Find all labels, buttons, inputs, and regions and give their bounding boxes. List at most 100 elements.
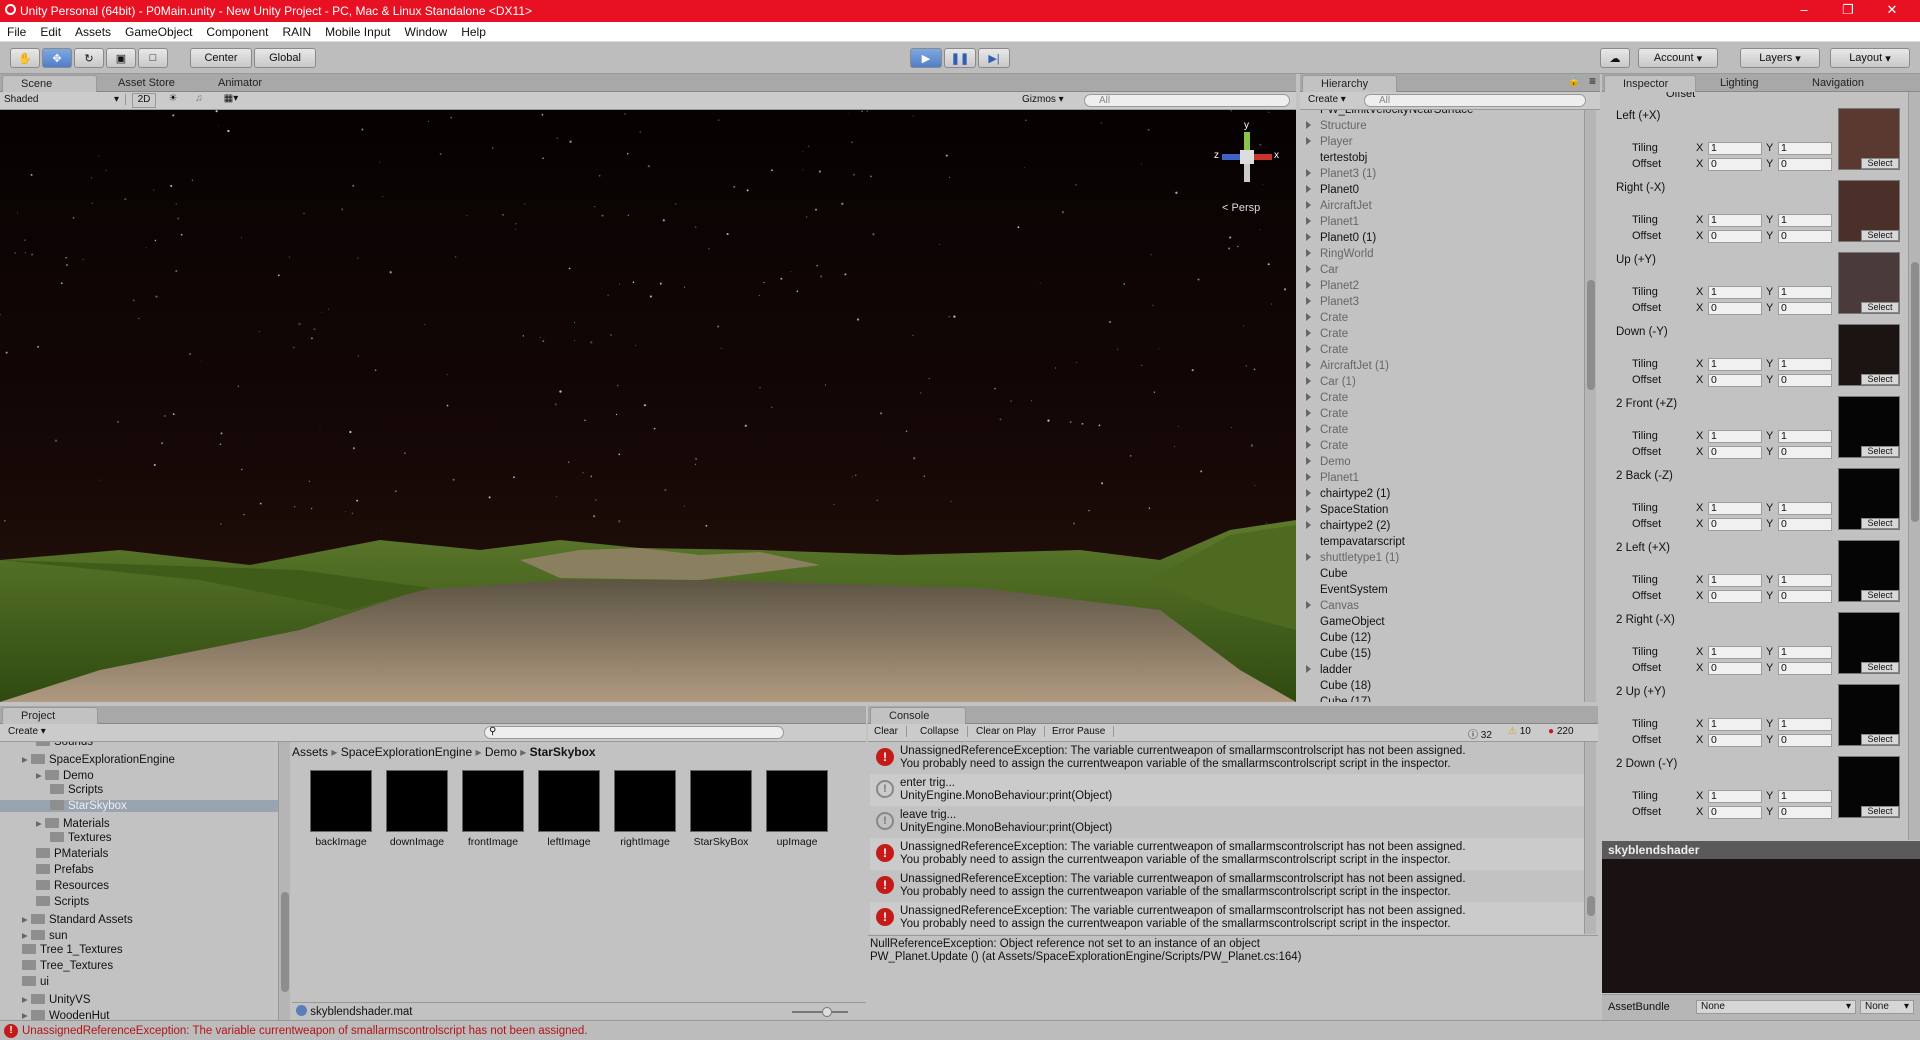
tiling-x-input[interactable]: 1 — [1708, 790, 1762, 803]
console-clear-on-play-button[interactable]: Clear on Play — [976, 726, 1046, 737]
expand-arrow-icon[interactable] — [1306, 313, 1311, 321]
expand-arrow-icon[interactable]: ▸ — [22, 930, 31, 942]
pivot-center-button[interactable]: Center — [190, 48, 252, 68]
scene-search-input[interactable]: All — [1084, 94, 1290, 107]
expand-arrow-icon[interactable] — [1306, 457, 1311, 465]
expand-arrow-icon[interactable] — [1306, 249, 1311, 257]
offset-y-input[interactable]: 0 — [1778, 662, 1832, 675]
audio-toggle-icon[interactable]: ♫ — [188, 93, 210, 104]
texture-select-button[interactable]: Select — [1861, 302, 1899, 313]
project-folder-item[interactable]: Scripts — [36, 896, 89, 908]
project-tree-scrollbar[interactable] — [278, 742, 290, 1020]
tiling-y-input[interactable]: 1 — [1778, 358, 1832, 371]
offset-y-input[interactable]: 0 — [1778, 230, 1832, 243]
offset-y-input[interactable]: 0 — [1778, 446, 1832, 459]
tab-asset-store[interactable]: Asset Store — [100, 75, 200, 92]
tiling-x-input[interactable]: 1 — [1708, 358, 1762, 371]
tab-navigation[interactable]: Navigation — [1794, 75, 1904, 92]
console-error-pause-button[interactable]: Error Pause — [1052, 726, 1115, 737]
hierarchy-item[interactable]: Planet2 — [1306, 280, 1359, 292]
inspector-scroll-thumb[interactable] — [1911, 262, 1919, 522]
hierarchy-item[interactable]: chairtype2 (2) — [1306, 520, 1390, 532]
texture-thumbnail[interactable]: Select — [1838, 324, 1900, 386]
hierarchy-item[interactable]: Cube — [1320, 568, 1348, 580]
texture-thumbnail[interactable]: Select — [1838, 252, 1900, 314]
hierarchy-scrollbar[interactable] — [1584, 110, 1596, 702]
menu-gameobject[interactable]: GameObject — [118, 25, 199, 39]
offset-x-input[interactable]: 0 — [1708, 158, 1762, 171]
project-folder-item[interactable]: Tree_Textures — [22, 960, 113, 972]
tiling-y-input[interactable]: 1 — [1778, 502, 1832, 515]
expand-arrow-icon[interactable] — [1306, 217, 1311, 225]
offset-y-input[interactable]: 0 — [1778, 806, 1832, 819]
hierarchy-item[interactable]: Canvas — [1306, 600, 1359, 612]
expand-arrow-icon[interactable] — [1306, 361, 1311, 369]
asset-thumbnail[interactable] — [310, 770, 372, 832]
tab-project[interactable]: Project — [2, 707, 98, 724]
hierarchy-item[interactable]: RingWorld — [1306, 248, 1373, 260]
menu-icon[interactable]: ≡ — [1589, 74, 1596, 88]
expand-arrow-icon[interactable] — [1306, 521, 1311, 529]
tiling-y-input[interactable]: 1 — [1778, 214, 1832, 227]
breadcrumb-item[interactable]: Demo — [485, 745, 517, 759]
material-preview[interactable] — [1602, 859, 1920, 993]
texture-thumbnail[interactable]: Select — [1838, 108, 1900, 170]
texture-select-button[interactable]: Select — [1861, 158, 1899, 169]
offset-y-input[interactable]: 0 — [1778, 374, 1832, 387]
project-folder-item[interactable]: ▸ Demo — [36, 768, 94, 782]
texture-select-button[interactable]: Select — [1861, 734, 1899, 745]
maximize-icon[interactable]: ❐ — [1828, 0, 1868, 22]
hierarchy-item[interactable]: AircraftJet — [1306, 200, 1372, 212]
menu-window[interactable]: Window — [398, 25, 455, 39]
hierarchy-item[interactable]: Crate — [1306, 440, 1348, 452]
tiling-x-input[interactable]: 1 — [1708, 574, 1762, 587]
texture-thumbnail[interactable]: Select — [1838, 468, 1900, 530]
offset-x-input[interactable]: 0 — [1708, 446, 1762, 459]
play-icon[interactable]: ▶ — [910, 48, 942, 68]
expand-arrow-icon[interactable] — [1306, 233, 1311, 241]
texture-select-button[interactable]: Select — [1861, 590, 1899, 601]
icon-size-slider[interactable] — [792, 1007, 848, 1017]
project-folder-item[interactable]: Prefabs — [36, 864, 94, 876]
shading-dropdown[interactable]: Shaded ▾ — [4, 94, 126, 105]
tab-inspector[interactable]: Inspector — [1604, 75, 1696, 92]
layout-dropdown[interactable]: Layout ▾ — [1830, 48, 1910, 68]
hierarchy-item[interactable]: Planet3 — [1306, 296, 1359, 308]
console-log-row[interactable]: ! UnassignedReferenceException: The varia… — [870, 742, 1590, 774]
expand-arrow-icon[interactable] — [1306, 137, 1311, 145]
expand-arrow-icon[interactable] — [1306, 169, 1311, 177]
hierarchy-item[interactable]: Cube (18) — [1320, 680, 1371, 692]
project-folder-item[interactable]: ▸ sun — [22, 928, 68, 942]
expand-arrow-icon[interactable]: ▸ — [22, 1010, 31, 1020]
texture-thumbnail[interactable]: Select — [1838, 396, 1900, 458]
project-tree-scroll-thumb[interactable] — [281, 892, 289, 992]
texture-select-button[interactable]: Select — [1861, 374, 1899, 385]
console-clear-button[interactable]: Clear — [874, 726, 907, 737]
asset-thumbnail[interactable] — [614, 770, 676, 832]
expand-arrow-icon[interactable] — [1306, 121, 1311, 129]
offset-y-input[interactable]: 0 — [1778, 518, 1832, 531]
tab-lighting[interactable]: Lighting — [1702, 75, 1792, 92]
project-folder-item[interactable]: ui — [22, 976, 49, 988]
inspector-scrollbar[interactable] — [1908, 92, 1920, 840]
hierarchy-item[interactable]: Player — [1306, 136, 1353, 148]
gizmos-dropdown[interactable]: Gizmos ▾ — [1022, 94, 1078, 105]
hierarchy-item[interactable]: tertestobj — [1320, 152, 1367, 164]
pivot-global-button[interactable]: Global — [254, 48, 316, 68]
tab-animator[interactable]: Animator — [200, 75, 290, 92]
lighting-toggle-icon[interactable]: ☀ — [162, 93, 184, 104]
offset-x-input[interactable]: 0 — [1708, 302, 1762, 315]
texture-thumbnail[interactable]: Select — [1838, 756, 1900, 818]
menu-edit[interactable]: Edit — [33, 25, 68, 39]
tiling-x-input[interactable]: 1 — [1708, 430, 1762, 443]
hierarchy-item[interactable]: Planet3 (1) — [1306, 168, 1376, 180]
console-detail[interactable]: NullReferenceException: Object reference… — [868, 935, 1598, 1020]
tiling-y-input[interactable]: 1 — [1778, 574, 1832, 587]
hierarchy-item[interactable]: Planet1 — [1306, 472, 1359, 484]
tiling-x-input[interactable]: 1 — [1708, 502, 1762, 515]
expand-arrow-icon[interactable] — [1306, 473, 1311, 481]
hierarchy-item[interactable]: Cube (15) — [1320, 648, 1371, 660]
hierarchy-item[interactable]: Car — [1306, 264, 1339, 276]
asset-thumbnail[interactable] — [766, 770, 828, 832]
project-folder-item[interactable]: PMaterials — [36, 848, 108, 860]
